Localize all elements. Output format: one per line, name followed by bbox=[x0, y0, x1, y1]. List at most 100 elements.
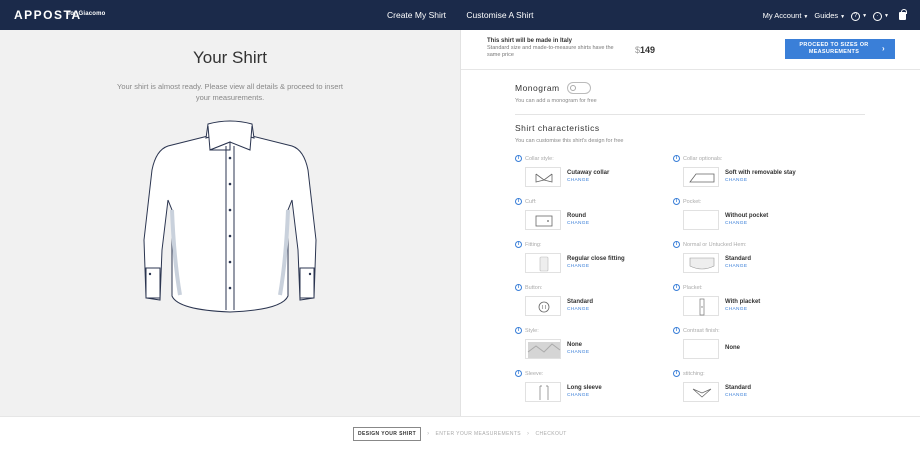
change-link[interactable]: CHANGE bbox=[725, 221, 747, 226]
info-icon[interactable]: i bbox=[515, 241, 522, 248]
option-thumbnail-image bbox=[539, 385, 549, 400]
step-design-your-shirt[interactable]: DESIGN YOUR SHIRT bbox=[353, 427, 422, 441]
info-icon[interactable]: i bbox=[673, 327, 680, 334]
option-value: Standard bbox=[725, 256, 752, 262]
change-link[interactable]: CHANGE bbox=[567, 264, 589, 269]
change-link[interactable]: CHANGE bbox=[725, 264, 747, 269]
my-account-menu[interactable]: My Account ▼ bbox=[763, 11, 809, 20]
step-enter-measurements[interactable]: ENTER YOUR MEASUREMENTS bbox=[436, 431, 522, 437]
info-icon[interactable]: i bbox=[515, 155, 522, 162]
top-navigation-bar: APPOSTA for Giacomo Create My Shirt Cust… bbox=[0, 0, 920, 30]
characteristics-subtitle: You can customise this shirt's design fo… bbox=[515, 138, 624, 144]
price-value: 149 bbox=[640, 45, 656, 55]
help-circle-icon: ? bbox=[851, 12, 861, 21]
nav-customise-a-shirt[interactable]: Customise A Shirt bbox=[466, 10, 533, 20]
shopping-bag-icon[interactable] bbox=[899, 8, 907, 20]
option-value: Cutaway collar bbox=[567, 170, 610, 176]
option-thumbnail[interactable] bbox=[525, 382, 561, 402]
help-menu[interactable]: ? ▼ bbox=[851, 10, 867, 21]
info-icon[interactable]: i bbox=[673, 241, 680, 248]
option-label: Sleeve: bbox=[525, 371, 544, 377]
option-thumbnail[interactable] bbox=[683, 210, 719, 230]
chevron-down-icon: ▼ bbox=[840, 14, 846, 20]
option-thumbnail-image bbox=[538, 301, 550, 313]
option-thumbnail-image bbox=[535, 173, 553, 183]
option-value: None bbox=[725, 345, 740, 351]
option-thumbnail[interactable] bbox=[525, 167, 561, 187]
characteristic-option[interactable]: i Normal or Untucked Hem: Standard CHANGE bbox=[673, 241, 833, 278]
user-nav: My Account ▼ Guides ▼ ? ▼ · ▼ bbox=[763, 8, 907, 21]
option-thumbnail-image bbox=[689, 173, 715, 183]
shirt-illustration bbox=[143, 120, 317, 313]
option-value: None bbox=[567, 342, 582, 348]
section-divider bbox=[515, 114, 865, 115]
change-link[interactable]: CHANGE bbox=[725, 307, 747, 312]
info-icon[interactable]: i bbox=[673, 284, 680, 291]
info-icon[interactable]: i bbox=[515, 370, 522, 377]
made-in-text: This shirt will be made in Italy bbox=[487, 38, 573, 44]
price: $149 bbox=[635, 45, 655, 55]
proceed-label: PROCEED TO SIZES OR MEASUREMENTS bbox=[799, 42, 869, 55]
option-thumbnail[interactable] bbox=[525, 210, 561, 230]
info-icon[interactable]: i bbox=[515, 327, 522, 334]
characteristic-option[interactable]: i Placket: With placket CHANGE bbox=[673, 284, 833, 321]
option-label: Normal or Untucked Hem: bbox=[683, 242, 747, 248]
info-icon[interactable]: i bbox=[673, 155, 680, 162]
change-link[interactable]: CHANGE bbox=[567, 307, 589, 312]
option-value: Soft with removable stay bbox=[725, 170, 796, 176]
info-icon[interactable]: i bbox=[673, 370, 680, 377]
characteristic-option[interactable]: i Pocket: Without pocket CHANGE bbox=[673, 198, 833, 235]
option-value: Regular close fitting bbox=[567, 256, 625, 262]
characteristic-option[interactable]: i Sleeve: Long sleeve CHANGE bbox=[515, 370, 675, 407]
info-icon[interactable]: i bbox=[515, 284, 522, 291]
option-thumbnail[interactable] bbox=[525, 253, 561, 273]
step-separator: › bbox=[527, 431, 530, 437]
option-thumbnail[interactable] bbox=[683, 296, 719, 316]
option-thumbnail-image bbox=[684, 340, 720, 360]
step-checkout[interactable]: CHECKOUT bbox=[535, 431, 566, 437]
option-thumbnail[interactable] bbox=[683, 339, 719, 359]
characteristic-option[interactable]: i Contrast finish: None bbox=[673, 327, 833, 364]
option-label: Pocket: bbox=[683, 199, 702, 205]
nav-create-my-shirt[interactable]: Create My Shirt bbox=[387, 10, 446, 20]
option-label: Contrast finish: bbox=[683, 328, 720, 334]
step-separator: › bbox=[427, 431, 430, 437]
option-thumbnail[interactable] bbox=[525, 296, 561, 316]
page-title: Your Shirt bbox=[192, 48, 268, 67]
chevron-down-icon: ▼ bbox=[884, 13, 889, 19]
info-icon[interactable]: i bbox=[515, 198, 522, 205]
price-note: Standard size and made-to-measure shirts… bbox=[487, 45, 614, 58]
option-thumbnail[interactable] bbox=[525, 339, 561, 359]
characteristic-option[interactable]: i stitching: Standard CHANGE bbox=[673, 370, 833, 407]
characteristic-option[interactable]: i Fitting: Regular close fitting CHANGE bbox=[515, 241, 675, 278]
option-thumbnail[interactable] bbox=[683, 253, 719, 273]
shirt-preview-panel: Your Shirt Your shirt is almost ready. P… bbox=[0, 30, 460, 416]
change-link[interactable]: CHANGE bbox=[567, 393, 589, 398]
option-value: Standard bbox=[725, 385, 752, 391]
steps: DESIGN YOUR SHIRT › ENTER YOUR MEASUREME… bbox=[353, 427, 567, 441]
option-thumbnail[interactable] bbox=[683, 167, 719, 187]
change-link[interactable]: CHANGE bbox=[567, 350, 589, 355]
characteristic-option[interactable]: i Collar optionals: Soft with removable st… bbox=[673, 155, 833, 192]
info-icon[interactable]: i bbox=[673, 198, 680, 205]
monogram-toggle[interactable] bbox=[567, 82, 591, 94]
change-link[interactable]: CHANGE bbox=[725, 393, 747, 398]
guides-menu[interactable]: Guides ▼ bbox=[814, 11, 845, 20]
option-label: Button: bbox=[525, 285, 543, 291]
guides-label: Guides bbox=[814, 11, 839, 20]
characteristic-option[interactable]: i Cuff: Round CHANGE bbox=[515, 198, 675, 235]
characteristic-option[interactable]: i Button: Standard CHANGE bbox=[515, 284, 675, 321]
change-link[interactable]: CHANGE bbox=[567, 221, 589, 226]
change-link[interactable]: CHANGE bbox=[725, 178, 747, 183]
option-value: Without pocket bbox=[725, 213, 769, 219]
characteristic-option[interactable]: i Style: None CHANGE bbox=[515, 327, 675, 364]
language-menu[interactable]: · ▼ bbox=[873, 10, 889, 21]
characteristic-option[interactable]: i Collar style: Cutaway collar CHANGE bbox=[515, 155, 675, 192]
option-thumbnail[interactable] bbox=[683, 382, 719, 402]
chevron-right-icon: › bbox=[882, 44, 885, 53]
proceed-to-sizes-button[interactable]: PROCEED TO SIZES OR MEASUREMENTS › bbox=[785, 39, 895, 59]
option-thumbnail-image bbox=[535, 215, 553, 227]
option-label: Collar style: bbox=[525, 156, 554, 162]
change-link[interactable]: CHANGE bbox=[567, 178, 589, 183]
option-label: Placket: bbox=[683, 285, 703, 291]
